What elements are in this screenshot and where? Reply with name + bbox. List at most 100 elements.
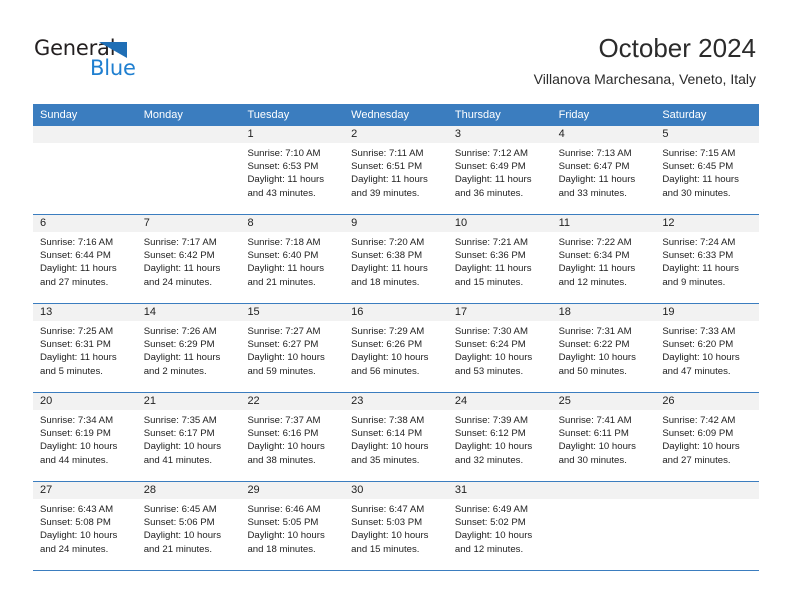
- day-number: 24: [447, 393, 552, 410]
- calendar-day-cell[interactable]: 17 Sunrise: 7:30 AM Sunset: 6:24 PM Dayligh…: [447, 304, 552, 392]
- day-number: 14: [136, 304, 241, 321]
- calendar-day-cell[interactable]: 7 Sunrise: 7:17 AM Sunset: 6:42 PM Daylight…: [136, 215, 241, 303]
- daylight-text-line2: and 18 minutes.: [351, 276, 420, 288]
- day-number: [136, 126, 241, 143]
- daylight-text-line1: Daylight: 11 hours: [662, 174, 739, 186]
- calendar-day-cell[interactable]: 29 Sunrise: 6:46 AM Sunset: 5:05 PM Dayligh…: [240, 482, 345, 570]
- daylight-text-line2: and 24 minutes.: [143, 276, 212, 288]
- day-number: 25: [551, 393, 656, 410]
- sunrise-text: Sunrise: 6:49 AM: [454, 504, 528, 515]
- day-sun-info: Sunrise: 7:41 AM Sunset: 6:11 PM Daylight:…: [552, 410, 656, 467]
- calendar-day-cell[interactable]: 2 Sunrise: 7:11 AM Sunset: 6:51 PM Daylight…: [344, 126, 448, 214]
- sunset-text: Sunset: 6:38 PM: [351, 250, 423, 262]
- general-blue-logo[interactable]: General Blue: [34, 36, 164, 84]
- sunrise-text: Sunrise: 7:34 AM: [40, 415, 114, 426]
- calendar-day-cell[interactable]: 21 Sunrise: 7:35 AM Sunset: 6:17 PM Dayligh…: [136, 393, 241, 481]
- calendar-day-cell[interactable]: 15 Sunrise: 7:27 AM Sunset: 6:27 PM Dayligh…: [240, 304, 345, 392]
- daylight-text-line2: and 47 minutes.: [662, 365, 731, 377]
- sunset-text: Sunset: 6:29 PM: [143, 339, 215, 351]
- calendar-day-cell[interactable]: 26 Sunrise: 7:42 AM Sunset: 6:09 PM Dayligh…: [655, 393, 760, 481]
- calendar-day-cell[interactable]: 10 Sunrise: 7:21 AM Sunset: 6:36 PM Dayligh…: [447, 215, 552, 303]
- daylight-text-line2: and 50 minutes.: [558, 365, 627, 377]
- calendar-day-cell[interactable]: 27 Sunrise: 6:43 AM Sunset: 5:08 PM Dayligh…: [33, 482, 137, 570]
- daylight-text-line2: and 21 minutes.: [247, 276, 316, 288]
- calendar-day-cell[interactable]: 23 Sunrise: 7:38 AM Sunset: 6:14 PM Dayligh…: [344, 393, 448, 481]
- sunrise-text: Sunrise: 6:46 AM: [247, 504, 321, 515]
- calendar-weeks: 1 Sunrise: 7:10 AM Sunset: 6:53 PM Daylight…: [33, 126, 760, 571]
- sunset-text: Sunset: 6:17 PM: [143, 428, 215, 440]
- sunrise-text: Sunrise: 7:30 AM: [454, 326, 528, 337]
- daylight-text-line1: Daylight: 11 hours: [143, 352, 221, 364]
- sunrise-text: Sunrise: 7:39 AM: [454, 415, 528, 426]
- calendar-day-cell[interactable]: 11 Sunrise: 7:22 AM Sunset: 6:34 PM Dayligh…: [551, 215, 656, 303]
- day-number: 27: [33, 482, 137, 499]
- day-number: 26: [655, 393, 760, 410]
- calendar-day-cell[interactable]: 5 Sunrise: 7:15 AM Sunset: 6:45 PM Daylight…: [655, 126, 760, 214]
- weekday-friday: Friday: [558, 109, 590, 121]
- sunset-text: Sunset: 6:40 PM: [247, 250, 319, 262]
- calendar-day-cell-empty: [655, 482, 760, 570]
- calendar-day-cell[interactable]: 28 Sunrise: 6:45 AM Sunset: 5:06 PM Dayligh…: [136, 482, 241, 570]
- sunset-text: Sunset: 5:03 PM: [351, 517, 423, 529]
- calendar-day-cell[interactable]: 12 Sunrise: 7:24 AM Sunset: 6:33 PM Dayligh…: [655, 215, 760, 303]
- day-sun-info: Sunrise: 7:27 AM Sunset: 6:27 PM Daylight:…: [240, 321, 344, 378]
- daylight-text-line1: Daylight: 10 hours: [143, 441, 222, 453]
- day-number: 1: [240, 126, 345, 143]
- sunrise-text: Sunrise: 7:41 AM: [558, 415, 632, 426]
- daylight-text-line2: and 15 minutes.: [351, 543, 420, 555]
- daylight-text-line1: Daylight: 11 hours: [247, 263, 325, 275]
- calendar-day-cell[interactable]: 25 Sunrise: 7:41 AM Sunset: 6:11 PM Dayligh…: [551, 393, 656, 481]
- sunset-text: Sunset: 5:02 PM: [454, 517, 526, 529]
- sunrise-text: Sunrise: 7:20 AM: [351, 237, 425, 248]
- day-sun-info: Sunrise: 6:47 AM Sunset: 5:03 PM Daylight:…: [344, 499, 448, 556]
- day-number: [33, 126, 137, 143]
- sunset-text: Sunset: 6:33 PM: [662, 250, 734, 262]
- calendar-day-cell[interactable]: 6 Sunrise: 7:16 AM Sunset: 6:44 PM Daylight…: [33, 215, 137, 303]
- calendar-day-cell[interactable]: 16 Sunrise: 7:29 AM Sunset: 6:26 PM Dayligh…: [344, 304, 448, 392]
- calendar-day-cell[interactable]: 14 Sunrise: 7:26 AM Sunset: 6:29 PM Dayligh…: [136, 304, 241, 392]
- day-sun-info: Sunrise: 7:15 AM Sunset: 6:45 PM Daylight:…: [655, 143, 759, 200]
- day-number: [655, 482, 760, 499]
- sunset-text: Sunset: 5:06 PM: [143, 517, 215, 529]
- day-sun-info: Sunrise: 7:18 AM Sunset: 6:40 PM Daylight:…: [240, 232, 344, 289]
- calendar-day-cell[interactable]: 19 Sunrise: 7:33 AM Sunset: 6:20 PM Dayligh…: [655, 304, 760, 392]
- calendar-day-cell[interactable]: 9 Sunrise: 7:20 AM Sunset: 6:38 PM Daylight…: [344, 215, 448, 303]
- sunset-text: Sunset: 5:08 PM: [40, 517, 111, 529]
- calendar-day-cell[interactable]: 18 Sunrise: 7:31 AM Sunset: 6:22 PM Dayligh…: [551, 304, 656, 392]
- daylight-text-line2: and 44 minutes.: [40, 454, 109, 466]
- day-number: 17: [447, 304, 552, 321]
- calendar-day-cell[interactable]: 24 Sunrise: 7:39 AM Sunset: 6:12 PM Dayligh…: [447, 393, 552, 481]
- calendar-day-cell[interactable]: 22 Sunrise: 7:37 AM Sunset: 6:16 PM Dayligh…: [240, 393, 345, 481]
- daylight-text-line2: and 15 minutes.: [454, 276, 524, 288]
- daylight-text-line1: Daylight: 11 hours: [558, 174, 636, 186]
- calendar-day-cell[interactable]: 3 Sunrise: 7:12 AM Sunset: 6:49 PM Daylight…: [447, 126, 552, 214]
- day-number: 9: [344, 215, 448, 232]
- sunrise-text: Sunrise: 6:43 AM: [40, 504, 114, 515]
- sunrise-text: Sunrise: 6:45 AM: [143, 504, 217, 515]
- day-number: 29: [240, 482, 345, 499]
- calendar-day-cell[interactable]: 30 Sunrise: 6:47 AM Sunset: 5:03 PM Dayligh…: [344, 482, 448, 570]
- sunset-text: Sunset: 6:24 PM: [454, 339, 526, 351]
- calendar-day-cell[interactable]: 31 Sunrise: 6:49 AM Sunset: 5:02 PM Dayligh…: [447, 482, 552, 570]
- calendar-day-cell[interactable]: 1 Sunrise: 7:10 AM Sunset: 6:53 PM Daylight…: [240, 126, 345, 214]
- daylight-text-line1: Daylight: 10 hours: [351, 530, 429, 542]
- sunrise-text: Sunrise: 7:12 AM: [454, 148, 528, 159]
- sunrise-text: Sunrise: 7:35 AM: [143, 415, 217, 426]
- day-sun-info: Sunrise: 6:46 AM Sunset: 5:05 PM Daylight:…: [240, 499, 344, 556]
- day-number: 20: [33, 393, 137, 410]
- daylight-text-line1: Daylight: 10 hours: [454, 441, 533, 453]
- daylight-text-line2: and 32 minutes.: [454, 454, 524, 466]
- daylight-text-line2: and 36 minutes.: [454, 187, 524, 199]
- day-number: 18: [551, 304, 656, 321]
- calendar-day-cell[interactable]: 8 Sunrise: 7:18 AM Sunset: 6:40 PM Daylight…: [240, 215, 345, 303]
- calendar-day-cell[interactable]: 13 Sunrise: 7:25 AM Sunset: 6:31 PM Dayligh…: [33, 304, 137, 392]
- weekday-wednesday: Wednesday: [351, 109, 410, 121]
- day-sun-info: Sunrise: 7:26 AM Sunset: 6:29 PM Daylight:…: [137, 321, 241, 378]
- sunset-text: Sunset: 6:34 PM: [558, 250, 630, 262]
- day-number: 30: [344, 482, 448, 499]
- calendar-day-cell[interactable]: 4 Sunrise: 7:13 AM Sunset: 6:47 PM Daylight…: [551, 126, 656, 214]
- day-number: 23: [344, 393, 448, 410]
- calendar-day-cell[interactable]: 20 Sunrise: 7:34 AM Sunset: 6:19 PM Dayligh…: [33, 393, 137, 481]
- day-sun-info: Sunrise: 7:38 AM Sunset: 6:14 PM Daylight:…: [344, 410, 448, 467]
- calendar-page: General Blue October 2024 Villanova Marc…: [0, 0, 792, 612]
